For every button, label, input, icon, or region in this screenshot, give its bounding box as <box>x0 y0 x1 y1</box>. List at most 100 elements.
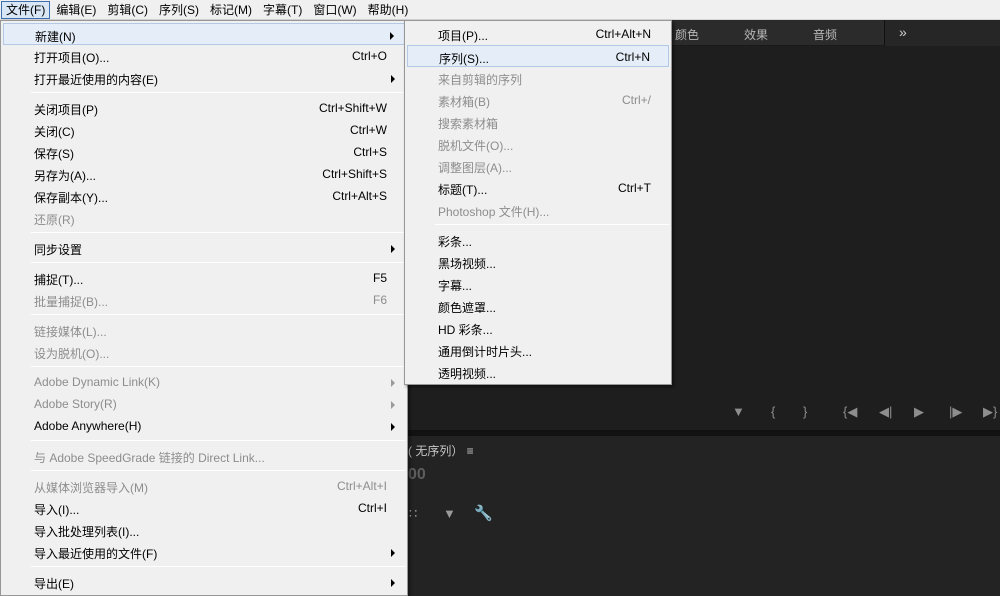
menu-separator <box>31 366 405 367</box>
play-icon[interactable]: ▶ <box>914 404 924 420</box>
file-menu-item-save[interactable]: 保存(S)Ctrl+S <box>3 141 405 163</box>
file-menu-item-batch-capture: 批量捕捉(B)...F6 <box>3 289 405 311</box>
submenu-arrow-icon <box>391 379 395 387</box>
menu-item-label: 颜色遮罩... <box>438 299 496 316</box>
menu-item-label: 导入最近使用的文件(F) <box>34 545 157 562</box>
file-menu-item-adobe-anywhere[interactable]: Adobe Anywhere(H) <box>3 415 405 437</box>
submenu-arrow-icon <box>391 401 395 409</box>
menu-item-label: 导出(E) <box>34 575 74 592</box>
menu-title[interactable]: 字幕(T) <box>258 1 307 19</box>
menu-item-label: 打开最近使用的内容(E) <box>34 71 158 88</box>
new-menu-item-black-video[interactable]: 黑场视频... <box>407 251 669 273</box>
timeline-panel <box>405 436 1000 596</box>
menu-item-label: 黑场视频... <box>438 255 496 272</box>
sequence-title: ( 无序列） ≡ <box>408 442 474 459</box>
file-menu-item-import[interactable]: 导入(I)... Ctrl+I <box>3 497 405 519</box>
file-menu-item-open-project[interactable]: 打开项目(O)...Ctrl+O <box>3 45 405 67</box>
new-menu-item-sequence[interactable]: 序列(S)...Ctrl+N <box>407 45 669 67</box>
menu-marker[interactable]: 标记(M) <box>205 1 257 19</box>
more-tabs-button[interactable]: » <box>884 20 1000 46</box>
menu-separator <box>31 470 405 471</box>
new-submenu: 项目(P)...Ctrl+Alt+N序列(S)...Ctrl+N来自剪辑的序列素… <box>404 20 672 385</box>
timecode[interactable]: 00 <box>408 466 426 484</box>
file-menu-item-new[interactable]: 新建(N) <box>3 23 405 45</box>
menu-item-label: 保存副本(Y)... <box>34 189 108 206</box>
menu-item-shortcut: Ctrl+I <box>358 501 387 515</box>
menu-item-label: 另存为(A)... <box>34 167 96 184</box>
new-menu-item-offline-file: 脱机文件(O)... <box>407 133 669 155</box>
menu-item-label: 链接媒体(L)... <box>34 323 107 340</box>
go-to-in-icon[interactable]: {◀ <box>843 404 857 420</box>
file-menu-item-import-batch-list[interactable]: 导入批处理列表(I)... <box>3 519 405 541</box>
go-to-out-icon[interactable]: ▶} <box>983 404 997 420</box>
menu-separator <box>31 92 405 93</box>
marker-icon[interactable]: ▼ <box>443 506 456 521</box>
file-menu-item-save-copy[interactable]: 保存副本(Y)...Ctrl+Alt+S <box>3 185 405 207</box>
menu-item-label: Adobe Anywhere(H) <box>34 419 141 433</box>
tab-audio[interactable]: 音频 <box>813 26 837 43</box>
file-menu-item-close-project[interactable]: 关闭项目(P)Ctrl+Shift+W <box>3 97 405 119</box>
menu-item-label: 透明视频... <box>438 365 496 382</box>
add-marker-icon[interactable]: ▼ <box>732 404 745 420</box>
new-menu-item-project[interactable]: 项目(P)...Ctrl+Alt+N <box>407 23 669 45</box>
mark-in-icon[interactable]: { <box>771 404 775 420</box>
menu-item-label: 还原(R) <box>34 211 75 228</box>
submenu-arrow-icon <box>390 32 394 40</box>
menu-edit[interactable]: 编辑(E) <box>51 1 101 19</box>
menu-item-label: 来自剪辑的序列 <box>438 71 522 88</box>
new-menu-item-universal-countdown[interactable]: 通用倒计时片头... <box>407 339 669 361</box>
file-menu-item-save-as[interactable]: 另存为(A)...Ctrl+Shift+S <box>3 163 405 185</box>
new-menu-item-photoshop-file: Photoshop 文件(H)... <box>407 199 669 221</box>
menu-item-label: Photoshop 文件(H)... <box>438 203 549 220</box>
menu-separator <box>31 232 405 233</box>
menu-item-label: 设为脱机(O)... <box>34 345 109 362</box>
menu-separator <box>31 262 405 263</box>
new-menu-item-transparent-video[interactable]: 透明视频... <box>407 361 669 383</box>
new-menu-item-adjustment-layer: 调整图层(A)... <box>407 155 669 177</box>
tab-color[interactable]: 颜色 <box>675 26 699 43</box>
file-menu-item-sync-settings[interactable]: 同步设置 <box>3 237 405 259</box>
step-forward-icon[interactable]: |▶ <box>949 404 962 420</box>
menu-item-shortcut: Ctrl+/ <box>622 93 651 107</box>
mark-out-icon[interactable]: } <box>803 404 807 420</box>
menu-file[interactable]: 文件(F) <box>1 1 50 19</box>
new-menu-item-captions[interactable]: 字幕... <box>407 273 669 295</box>
menu-separator <box>31 314 405 315</box>
new-menu-item-title[interactable]: 标题(T)...Ctrl+T <box>407 177 669 199</box>
menu-item-shortcut: Ctrl+Alt+N <box>596 27 651 41</box>
new-menu-item-search-bin: 搜索素材箱 <box>407 111 669 133</box>
menu-window[interactable]: 窗口(W) <box>308 1 361 19</box>
menu-separator <box>435 224 669 225</box>
menu-sequence[interactable]: 序列(S) <box>154 1 204 19</box>
step-back-icon[interactable]: ◀| <box>879 404 892 420</box>
new-menu-item-bars-and-tone[interactable]: 彩条... <box>407 229 669 251</box>
menu-item-shortcut: F6 <box>373 293 387 307</box>
file-menu-item-import-recent[interactable]: 导入最近使用的文件(F) <box>3 541 405 563</box>
menu-clip[interactable]: 剪辑(C) <box>102 1 153 19</box>
snap-icon[interactable]: ∷ <box>409 506 417 522</box>
menu-item-label: 关闭项目(P) <box>34 101 98 118</box>
file-menu-item-export[interactable]: 导出(E) <box>3 571 405 593</box>
file-menu-item-open-recent[interactable]: 打开最近使用的内容(E) <box>3 67 405 89</box>
tab-effects[interactable]: 效果 <box>744 26 768 43</box>
menu-separator <box>31 440 405 441</box>
menu-item-label: 导入(I)... <box>34 501 79 518</box>
submenu-arrow-icon <box>391 579 395 587</box>
menu-item-shortcut: F5 <box>373 271 387 285</box>
menu-item-label: 通用倒计时片头... <box>438 343 532 360</box>
menu-item-label: 与 Adobe SpeedGrade 链接的 Direct Link... <box>34 449 265 466</box>
file-menu-item-close[interactable]: 关闭(C)Ctrl+W <box>3 119 405 141</box>
new-menu-item-hd-bars[interactable]: HD 彩条... <box>407 317 669 339</box>
menu-item-label: 新建(N) <box>35 28 76 45</box>
file-menu-item-import-from-browser: 从媒体浏览器导入(M)Ctrl+Alt+I <box>3 475 405 497</box>
menu-item-label: 导入批处理列表(I)... <box>34 523 139 540</box>
menu-item-label: 标题(T)... <box>438 181 487 198</box>
wrench-icon[interactable]: 🔧 <box>474 504 493 522</box>
menu-item-label: 从媒体浏览器导入(M) <box>34 479 148 496</box>
menu-item-label: 调整图层(A)... <box>438 159 512 176</box>
file-menu-item-capture[interactable]: 捕捉(T)...F5 <box>3 267 405 289</box>
new-menu-item-color-matte[interactable]: 颜色遮罩... <box>407 295 669 317</box>
menu-item-label: 关闭(C) <box>34 123 75 140</box>
menu-item-label: 搜索素材箱 <box>438 115 498 132</box>
menu-help[interactable]: 帮助(H) <box>363 1 414 19</box>
